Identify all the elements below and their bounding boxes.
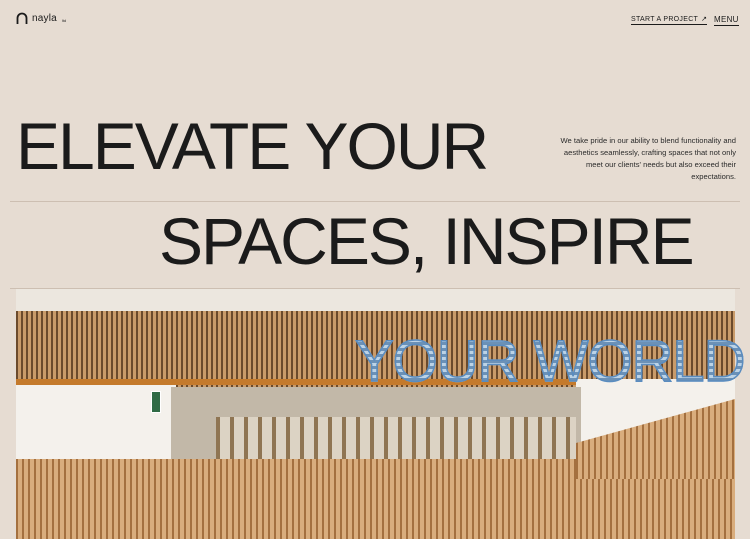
divider <box>10 201 740 202</box>
upper-ceiling <box>16 289 735 311</box>
atrium-slats <box>216 417 576 462</box>
top-nav: nayla ltd START A PROJECT ↗ MENU <box>0 0 750 40</box>
hero-intro-text: We take pride in our ability to blend fu… <box>560 135 736 181</box>
start-project-label: START A PROJECT <box>631 15 699 23</box>
hero-headline-line1: ELEVATE YOUR <box>16 109 489 183</box>
exit-sign <box>151 391 161 413</box>
menu-button[interactable]: MENU <box>714 15 739 26</box>
hero-image-interior <box>16 289 735 539</box>
arrow-up-right-icon: ↗ <box>701 16 708 23</box>
brand-name: nayla <box>32 12 57 24</box>
hero-headline-line2: SPACES, INSPIRE <box>159 204 695 278</box>
start-project-link[interactable]: START A PROJECT ↗ <box>631 15 708 25</box>
hero-headline-line3: YOUR WORLD <box>354 328 746 394</box>
brand-suffix: ltd <box>61 18 67 23</box>
brand-logo[interactable]: nayla ltd <box>16 12 66 24</box>
arch-logo-icon <box>16 12 28 24</box>
